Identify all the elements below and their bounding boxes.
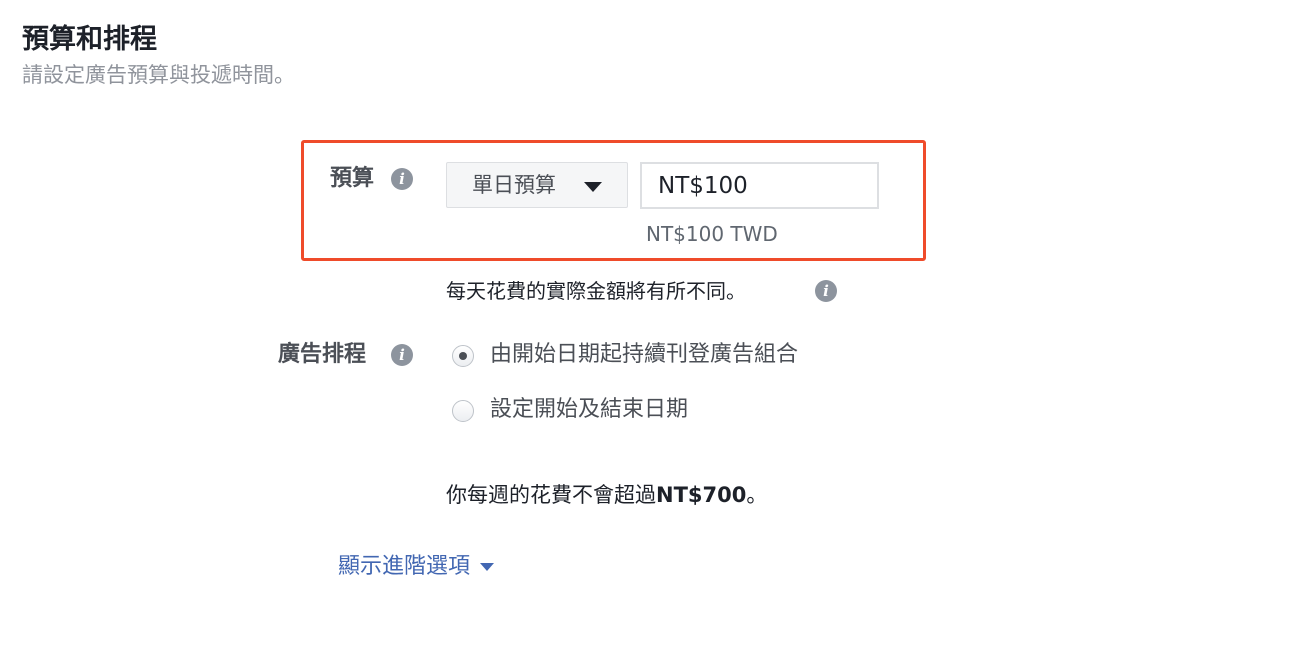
radio-start-end-label[interactable]: 設定開始及結束日期 [490, 395, 688, 425]
radio-selected-dot [459, 352, 467, 360]
radio-continuous-label[interactable]: 由開始日期起持續刊登廣告組合 [490, 340, 798, 370]
budget-amount-input[interactable] [640, 162, 879, 209]
weekly-note-suffix: 。 [746, 483, 768, 507]
advanced-options-label: 顯示進階選項 [338, 554, 471, 579]
section-subtitle: 請設定廣告預算與投遞時間。 [22, 63, 295, 87]
weekly-note-prefix: 你每週的花費不會超過 [446, 483, 656, 507]
weekly-note-amount: NT$700 [656, 483, 747, 507]
budget-type-dropdown[interactable]: 單日預算 [446, 162, 628, 208]
radio-start-end-dates[interactable] [452, 400, 474, 422]
budget-info-icon[interactable]: i [391, 168, 413, 190]
schedule-info-icon[interactable]: i [391, 344, 413, 366]
caret-down-icon [584, 182, 602, 192]
budget-currency-note: NT$100 TWD [646, 222, 778, 246]
caret-down-icon [480, 563, 495, 571]
radio-continuous[interactable] [452, 345, 474, 367]
schedule-label: 廣告排程 [278, 342, 367, 367]
daily-spend-note: 每天花費的實際金額將有所不同。 [446, 279, 746, 303]
weekly-spend-note: 你每週的花費不會超過NT$700。 [446, 480, 767, 510]
section-title: 預算和排程 [22, 24, 157, 55]
budget-label: 預算 [330, 166, 375, 191]
show-advanced-options-link[interactable]: 顯示進階選項 [338, 552, 495, 582]
daily-spend-info-icon[interactable]: i [815, 280, 837, 302]
budget-type-label: 單日預算 [472, 173, 556, 197]
